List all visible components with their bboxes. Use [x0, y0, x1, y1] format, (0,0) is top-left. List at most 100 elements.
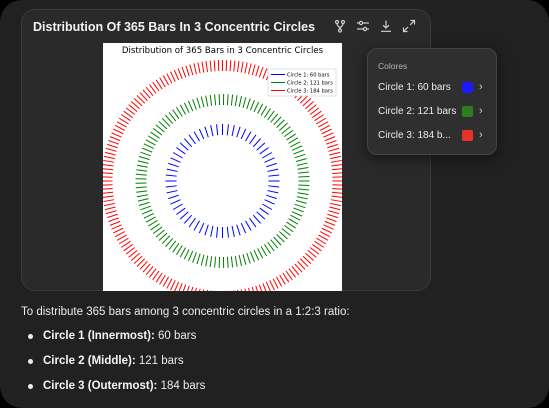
circle-3-bar	[113, 128, 124, 135]
circle-1-bar	[216, 124, 219, 136]
circle-3-bar	[324, 220, 336, 226]
circle-2-bar	[286, 133, 296, 141]
circle-3-bar	[195, 287, 197, 291]
color-swatch[interactable]	[462, 81, 473, 93]
list-item: Circle 2 (Middle): 121 bars	[28, 355, 205, 380]
circle-2-bar	[183, 249, 190, 260]
circle-3-bar	[321, 128, 332, 135]
circle-3-bar	[265, 281, 271, 291]
circle-3-bar	[318, 121, 329, 128]
circle-2-bar	[172, 109, 180, 119]
circle-1-bar	[166, 190, 178, 194]
list-item: Circle 3 (Outermost): 184 bars	[28, 380, 205, 405]
circle-3-bar	[325, 217, 337, 222]
circle-2-bar	[143, 213, 154, 219]
circle-2-bar	[260, 105, 268, 116]
circle-1-bar	[226, 124, 229, 136]
circle-3-bar	[269, 280, 275, 291]
circle-3-bar	[191, 286, 194, 291]
circle-3-bar	[319, 231, 331, 238]
circle-2-bar	[260, 246, 268, 257]
circle-3-bar	[251, 64, 256, 76]
circle-2-bar	[294, 203, 306, 209]
circle-2-bar	[253, 249, 260, 261]
circle-3-bar	[107, 213, 118, 219]
settings-sliders-icon[interactable]	[356, 19, 370, 33]
circle-3-bar	[327, 213, 338, 219]
colors-panel: Colores Circle 1: 60 bars › Circle 2: 12…	[367, 48, 497, 155]
circle-2-bar	[140, 151, 151, 157]
circle-2-bar	[264, 108, 271, 118]
circle-3-bar	[272, 278, 279, 289]
color-row-circle-1[interactable]: Circle 1: 60 bars ›	[378, 79, 490, 95]
circle-2-bar	[297, 192, 309, 195]
color-row-label: Circle 3: 184 b...	[378, 129, 451, 141]
color-row-circle-2[interactable]: Circle 2: 121 bars ›	[378, 103, 490, 119]
circle-2-bar	[187, 100, 194, 112]
circle-2-bar	[135, 186, 147, 189]
circle-3-bar	[105, 147, 117, 152]
chart-plot: Distribution of 365 Bars in 3 Concentric…	[103, 43, 342, 291]
circle-2-bar	[294, 153, 306, 159]
expand-icon[interactable]	[402, 19, 416, 33]
list-item-label: Circle 3 (Outermost):	[43, 380, 158, 392]
legend-label-circle-2: Circle 2: 121 bars	[287, 81, 333, 87]
legend-label-circle-3: Circle 3: 184 bars	[287, 89, 333, 95]
circle-3-bar	[104, 151, 116, 156]
circle-3-bar	[114, 231, 126, 238]
circle-3-bar	[107, 143, 118, 149]
circle-3-bar	[236, 289, 239, 291]
circle-3-bar	[329, 206, 341, 211]
circle-3-bar	[103, 202, 115, 207]
download-icon[interactable]	[379, 19, 393, 33]
circle-3-bar	[105, 210, 117, 215]
circle-3-bar	[114, 124, 126, 131]
circle-3-bar	[103, 155, 115, 160]
circle-3-bar	[209, 60, 212, 72]
fork-icon[interactable]	[333, 19, 347, 33]
circle-2-bar	[226, 256, 229, 268]
circle-2-bar	[242, 97, 247, 108]
circle-2-bar	[135, 173, 147, 176]
circle-2-bar	[141, 209, 153, 215]
circle-1-bar	[268, 174, 280, 177]
circle-1-bar	[166, 168, 178, 172]
circle-1-bar	[249, 134, 257, 145]
circle-2-bar	[138, 201, 150, 206]
bullet-icon	[28, 334, 33, 339]
circle-2-bar	[205, 95, 209, 107]
circle-2-bar	[192, 99, 197, 110]
circle-3-bar	[174, 281, 180, 291]
circle-1-bar	[252, 214, 262, 224]
circle-3-bar	[328, 210, 340, 215]
circle-3-bar	[244, 288, 246, 291]
circle-3-bar	[331, 191, 342, 194]
circle-2-bar	[291, 145, 303, 151]
circle-3-bar	[177, 68, 183, 79]
color-swatch[interactable]	[462, 105, 473, 117]
circle-3-bar	[109, 220, 121, 226]
chevron-right-icon: ›	[479, 80, 483, 93]
circle-2-bar	[286, 221, 296, 229]
circle-1-bar	[198, 128, 205, 140]
circle-1-bar	[266, 162, 277, 168]
circle-1-bar	[231, 225, 235, 237]
color-swatch[interactable]	[462, 129, 473, 141]
circle-3-bar	[166, 278, 173, 289]
color-row-circle-3[interactable]: Circle 3: 184 b... ›	[378, 127, 490, 143]
circle-2-bar	[196, 253, 201, 265]
circle-1-bar	[236, 224, 241, 236]
circle-3-bar	[103, 199, 115, 203]
circle-3-bar	[103, 195, 114, 198]
circle-1-bar	[170, 157, 181, 163]
circle-2-bar	[246, 252, 251, 264]
circle-3-bar	[331, 164, 342, 167]
list-item-label: Circle 2 (Middle):	[43, 355, 136, 367]
circle-2-bar	[293, 207, 304, 213]
circle-2-bar	[290, 214, 301, 221]
bullet-icon	[28, 384, 33, 389]
circle-3-bar	[321, 227, 332, 234]
circle-2-bar	[147, 219, 158, 227]
bullet-icon	[28, 359, 33, 364]
circle-3-bar	[319, 124, 331, 131]
